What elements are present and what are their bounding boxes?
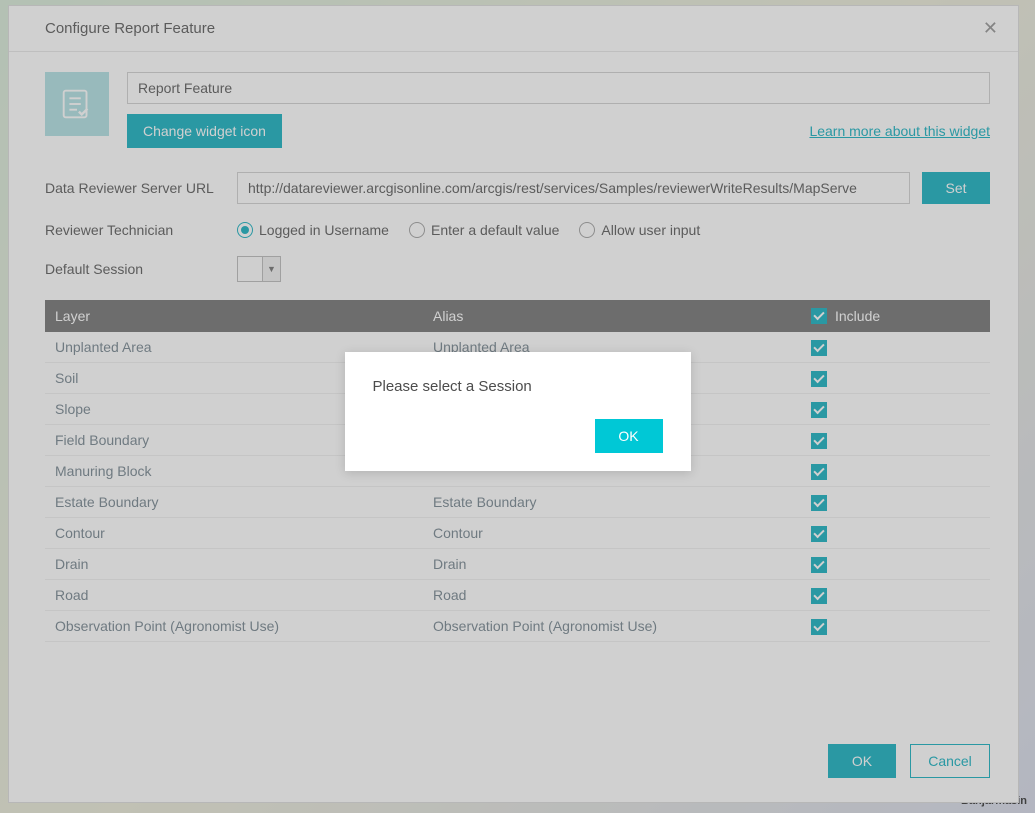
alert-modal: Please select a Session OK — [345, 352, 691, 471]
modal-message: Please select a Session — [373, 378, 663, 395]
modal-footer: OK — [373, 419, 663, 453]
modal-ok-button[interactable]: OK — [595, 419, 663, 453]
